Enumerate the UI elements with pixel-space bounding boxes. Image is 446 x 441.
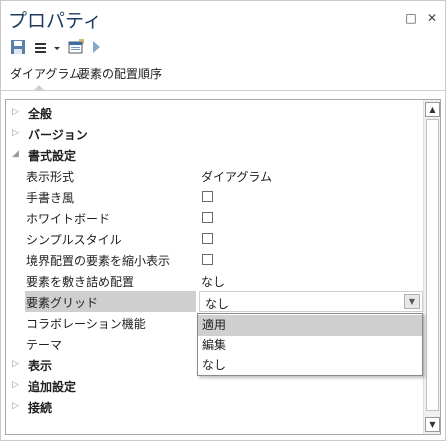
category-label: 接続 xyxy=(28,401,53,415)
property-value[interactable]: なし xyxy=(201,273,225,290)
window-title: プロパティ xyxy=(8,10,102,32)
property-label: 手書き風 xyxy=(26,191,75,205)
dropdown-list: 適用 編集 なし xyxy=(197,313,423,376)
property-label: 表示形式 xyxy=(26,170,75,184)
dropdown-option-apply[interactable]: 適用 xyxy=(198,315,422,336)
expand-icon[interactable]: ▷ xyxy=(12,128,22,138)
property-row-selected[interactable]: 要素グリッド なし ▼ xyxy=(6,291,424,312)
restore-icon: □ xyxy=(405,11,417,25)
category-label: 全般 xyxy=(28,107,53,121)
toolbar xyxy=(1,37,445,59)
property-row[interactable]: 表示形式 ダイアグラム xyxy=(6,165,424,186)
scrollbar-thumb[interactable] xyxy=(426,119,439,411)
menu-dropdown-button[interactable] xyxy=(52,39,62,57)
property-dropdown[interactable]: なし ▼ xyxy=(199,291,423,312)
property-row[interactable]: 要素を敷き詰め配置 なし xyxy=(6,270,424,291)
properties-window: プロパティ □ ✕ ダイアグラム 要素の配置順序 ▷ 全般 ▷ バージョン ◢ … xyxy=(0,0,446,441)
tab-diagram[interactable]: ダイアグラム xyxy=(10,65,81,82)
category-connection[interactable]: ▷ 接続 xyxy=(6,396,424,417)
dropdown-option-edit[interactable]: 編集 xyxy=(198,335,422,356)
property-value[interactable]: ダイアグラム xyxy=(201,168,272,185)
vertical-scrollbar[interactable]: ▲ ▼ xyxy=(423,100,440,434)
window-icon xyxy=(68,39,84,54)
category-label: 表示 xyxy=(28,359,53,373)
property-row[interactable]: ホワイトボード xyxy=(6,207,424,228)
property-checkbox[interactable] xyxy=(202,254,213,265)
property-checkbox[interactable] xyxy=(202,191,213,202)
menu-button[interactable] xyxy=(33,39,49,57)
property-checkbox[interactable] xyxy=(202,233,213,244)
restore-button[interactable]: □ xyxy=(404,11,418,25)
category-label: 書式設定 xyxy=(28,149,77,163)
expand-icon[interactable]: ▷ xyxy=(12,359,22,369)
expand-icon[interactable]: ▷ xyxy=(12,380,22,390)
property-label: コラボレーション機能 xyxy=(26,317,146,331)
expand-icon[interactable]: ▷ xyxy=(12,107,22,117)
property-label: 要素グリッド xyxy=(26,296,99,310)
property-label: 要素を敷き詰め配置 xyxy=(26,275,135,289)
property-label: シンプルスタイル xyxy=(26,233,122,247)
title-bar: プロパティ □ ✕ xyxy=(1,1,445,35)
window-button[interactable] xyxy=(68,39,84,57)
tab-element-order[interactable]: 要素の配置順序 xyxy=(78,65,162,82)
tab-bar: ダイアグラム 要素の配置順序 xyxy=(1,61,445,91)
property-label: テーマ xyxy=(26,338,63,352)
chevron-down-icon xyxy=(54,47,60,50)
tab-divider xyxy=(1,90,445,91)
dropdown-option-none[interactable]: なし xyxy=(198,355,422,376)
scroll-up-icon[interactable]: ▲ xyxy=(425,102,440,117)
category-label: バージョン xyxy=(28,128,88,142)
property-label: ホワイトボード xyxy=(26,212,111,226)
chevron-down-icon[interactable]: ▼ xyxy=(404,294,420,309)
play-icon xyxy=(93,41,100,53)
property-grid: ▷ 全般 ▷ バージョン ◢ 書式設定 表示形式 ダイアグラム 手書き風 ホワイ… xyxy=(5,99,441,435)
menu-icon xyxy=(35,43,46,53)
play-button[interactable] xyxy=(90,39,102,57)
property-row[interactable]: 境界配置の要素を縮小表示 xyxy=(6,249,424,270)
expand-icon[interactable]: ▷ xyxy=(12,401,22,411)
category-label: 追加設定 xyxy=(28,380,77,394)
category-format[interactable]: ◢ 書式設定 xyxy=(6,144,424,165)
scroll-down-icon[interactable]: ▼ xyxy=(425,417,440,432)
property-checkbox[interactable] xyxy=(202,212,213,223)
property-row[interactable]: シンプルスタイル xyxy=(6,228,424,249)
dropdown-value: なし xyxy=(205,297,230,311)
property-row[interactable]: 手書き風 xyxy=(6,186,424,207)
close-icon: ✕ xyxy=(426,11,438,25)
collapse-icon[interactable]: ◢ xyxy=(12,149,22,159)
save-button[interactable] xyxy=(10,39,26,57)
property-label: 境界配置の要素を縮小表示 xyxy=(26,254,171,268)
close-button[interactable]: ✕ xyxy=(425,11,439,25)
category-general[interactable]: ▷ 全般 xyxy=(6,102,424,123)
category-additional[interactable]: ▷ 追加設定 xyxy=(6,375,424,396)
save-icon xyxy=(11,40,25,54)
category-version[interactable]: ▷ バージョン xyxy=(6,123,424,144)
